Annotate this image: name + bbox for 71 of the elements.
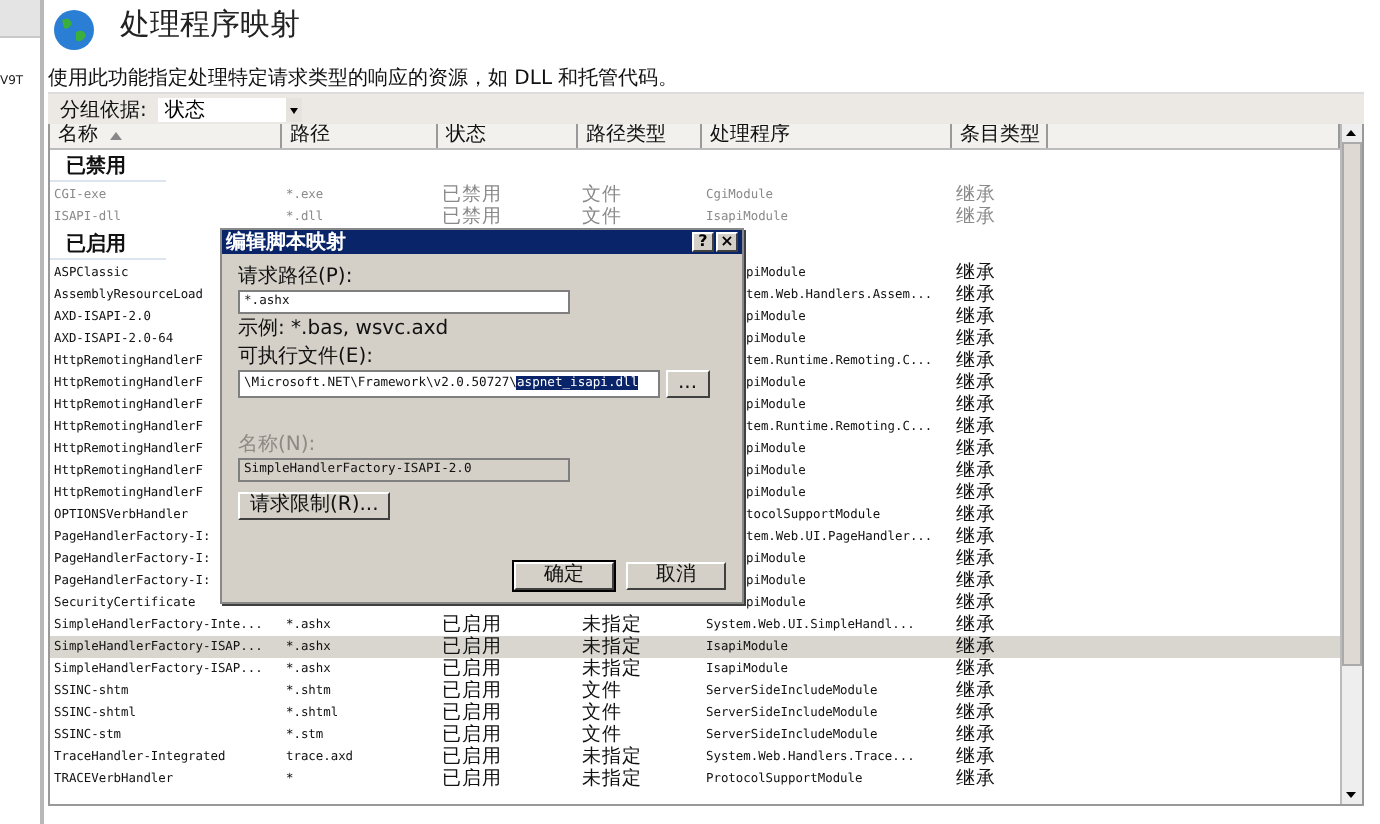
table-cell: 继承 xyxy=(956,614,996,636)
table-cell: 已启用 xyxy=(442,768,502,790)
table-cell: 文件 xyxy=(582,724,622,746)
cancel-button[interactable]: 取消 xyxy=(626,562,726,590)
table-cell: 文件 xyxy=(582,702,622,724)
pane-header xyxy=(0,0,40,38)
example-text: 示例: *.bas, wsvc.axd xyxy=(238,318,451,342)
table-cell: 继承 xyxy=(956,482,996,504)
table-cell: 继承 xyxy=(956,416,996,438)
table-cell: 文件 xyxy=(582,206,622,228)
column-header[interactable]: 条目类型 xyxy=(952,124,1048,148)
table-cell: 继承 xyxy=(956,504,996,526)
table-cell: 继承 xyxy=(956,548,996,570)
table-cell: 继承 xyxy=(956,350,996,372)
table-cell: 继承 xyxy=(956,184,996,206)
column-header[interactable]: 路径类型 xyxy=(578,124,702,148)
request-path-label: 请求路径(P): xyxy=(238,266,355,290)
table-cell: 已启用 xyxy=(442,680,502,702)
table-cell: 继承 xyxy=(956,284,996,306)
group-by-label: 分组依据: xyxy=(60,97,147,123)
table-cell: 继承 xyxy=(956,206,996,228)
table-cell: 继承 xyxy=(956,658,996,680)
column-header[interactable]: 名称 xyxy=(50,124,282,148)
table-cell: 文件 xyxy=(582,680,622,702)
name-label: 名称(N): xyxy=(238,434,318,458)
group-heading[interactable]: 已禁用 xyxy=(50,152,166,182)
table-cell: 继承 xyxy=(956,460,996,482)
table-cell: 已启用 xyxy=(442,746,502,768)
table-cell: 未指定 xyxy=(582,658,642,680)
table-cell: 已启用 xyxy=(442,702,502,724)
group-heading[interactable]: 已启用 xyxy=(50,230,166,260)
table-cell: 未指定 xyxy=(582,746,642,768)
table-cell: 未指定 xyxy=(582,614,642,636)
dialog-title: 编辑脚本映射 xyxy=(226,229,346,256)
table-cell: 已禁用 xyxy=(442,206,502,228)
scrollbar[interactable] xyxy=(1340,124,1362,804)
table-cell: 继承 xyxy=(956,328,996,350)
request-restrictions-button[interactable]: 请求限制(R)... xyxy=(238,492,391,520)
page-description: 使用此功能指定处理特定请求类型的响应的资源，如 DLL 和托管代码。 xyxy=(48,65,681,92)
ok-button[interactable]: 确定 xyxy=(514,562,614,590)
table-cell: 已启用 xyxy=(442,658,502,680)
close-button[interactable]: × xyxy=(716,232,738,252)
table-cell: 继承 xyxy=(956,526,996,548)
table-cell: 继承 xyxy=(956,636,996,658)
table-cell: 已启用 xyxy=(442,614,502,636)
table-cell: 已启用 xyxy=(442,636,502,658)
table-cell: 未指定 xyxy=(582,768,642,790)
table-cell: 已禁用 xyxy=(442,184,502,206)
table-cell: 继承 xyxy=(956,746,996,768)
table-cell: 继承 xyxy=(956,724,996,746)
table-cell: 已启用 xyxy=(442,724,502,746)
help-button[interactable]: ? xyxy=(692,232,714,252)
table-cell: 继承 xyxy=(956,702,996,724)
browse-button[interactable]: ... xyxy=(666,370,710,398)
table-cell: 文件 xyxy=(582,184,622,206)
table-cell: 继承 xyxy=(956,768,996,790)
table-cell: 继承 xyxy=(956,438,996,460)
table-cell: 继承 xyxy=(956,306,996,328)
table-cell: 继承 xyxy=(956,372,996,394)
table-cell: 继承 xyxy=(956,570,996,592)
table-cell: 继承 xyxy=(956,394,996,416)
table-cell: 继承 xyxy=(956,262,996,284)
column-header[interactable]: 状态 xyxy=(438,124,578,148)
table-cell: 继承 xyxy=(956,680,996,702)
group-by-dropdown[interactable]: 状态 xyxy=(158,97,303,121)
table-cell: 继承 xyxy=(956,592,996,614)
table-cell: 未指定 xyxy=(582,636,642,658)
column-header[interactable]: 路径 xyxy=(282,124,438,148)
executable-label: 可执行文件(E): xyxy=(238,346,375,370)
page-title: 处理程序映射 xyxy=(120,5,300,43)
globe-icon xyxy=(52,8,96,52)
